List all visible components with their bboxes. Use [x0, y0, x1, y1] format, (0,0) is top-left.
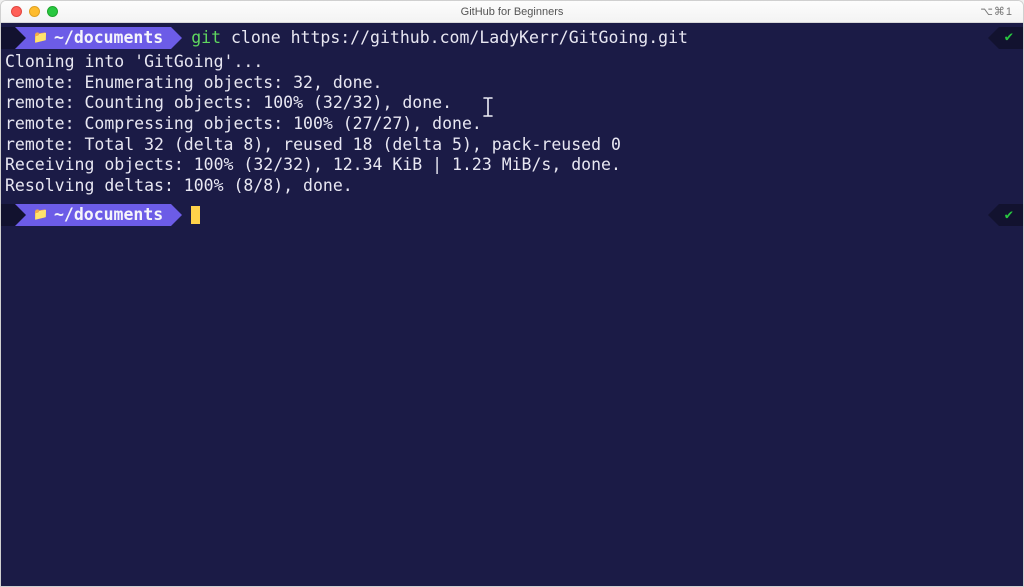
prompt-path-text: ~/documents: [54, 28, 163, 49]
folder-icon: 📁: [33, 30, 48, 45]
prompt-apple-segment: [1, 204, 15, 226]
output-line: remote: Total 32 (delta 8), reused 18 (d…: [1, 135, 1023, 156]
output-line: remote: Enumerating objects: 32, done.: [1, 73, 1023, 94]
status-right-2: ✔: [999, 204, 1023, 226]
prompt-path-segment: 📁 ~/documents: [15, 27, 171, 49]
terminal-window: GitHub for Beginners ⌥⌘1 📁 ~/documents g…: [0, 0, 1024, 587]
output-line: Cloning into 'GitGoing'...: [1, 52, 1023, 73]
command-arguments: clone https://github.com/LadyKerr/GitGoi…: [221, 28, 688, 47]
status-chip: ✔: [999, 204, 1023, 226]
output-line: remote: Counting objects: 100% (32/32), …: [1, 93, 1023, 114]
command-git-word: git: [191, 28, 221, 47]
status-right-1: ✔: [999, 27, 1023, 49]
terminal-cursor: [191, 206, 200, 224]
check-icon: ✔: [1005, 207, 1013, 225]
prompt-row-1: 📁 ~/documents git clone https://github.c…: [1, 27, 1023, 49]
minimize-button[interactable]: [29, 6, 40, 17]
command-text: git clone https://github.com/LadyKerr/Gi…: [191, 28, 688, 49]
zoom-button[interactable]: [47, 6, 58, 17]
prompt-row-2: 📁 ~/documents ✔: [1, 204, 1023, 226]
prompt-apple-segment: [1, 27, 15, 49]
window-shortcut-indicator: ⌥⌘1: [980, 5, 1013, 18]
output-line: Resolving deltas: 100% (8/8), done.: [1, 176, 1023, 197]
prompt-path-segment: 📁 ~/documents: [15, 204, 171, 226]
traffic-lights: [1, 6, 58, 17]
output-line: Receiving objects: 100% (32/32), 12.34 K…: [1, 155, 1023, 176]
titlebar: GitHub for Beginners ⌥⌘1: [1, 1, 1023, 23]
terminal-viewport[interactable]: 📁 ~/documents git clone https://github.c…: [1, 23, 1023, 586]
check-icon: ✔: [1005, 29, 1013, 47]
folder-icon: 📁: [33, 207, 48, 222]
close-button[interactable]: [11, 6, 22, 17]
prompt-path-text: ~/documents: [54, 205, 163, 226]
status-chip: ✔: [999, 27, 1023, 49]
output-line: remote: Compressing objects: 100% (27/27…: [1, 114, 1023, 135]
window-title: GitHub for Beginners: [1, 6, 1023, 18]
